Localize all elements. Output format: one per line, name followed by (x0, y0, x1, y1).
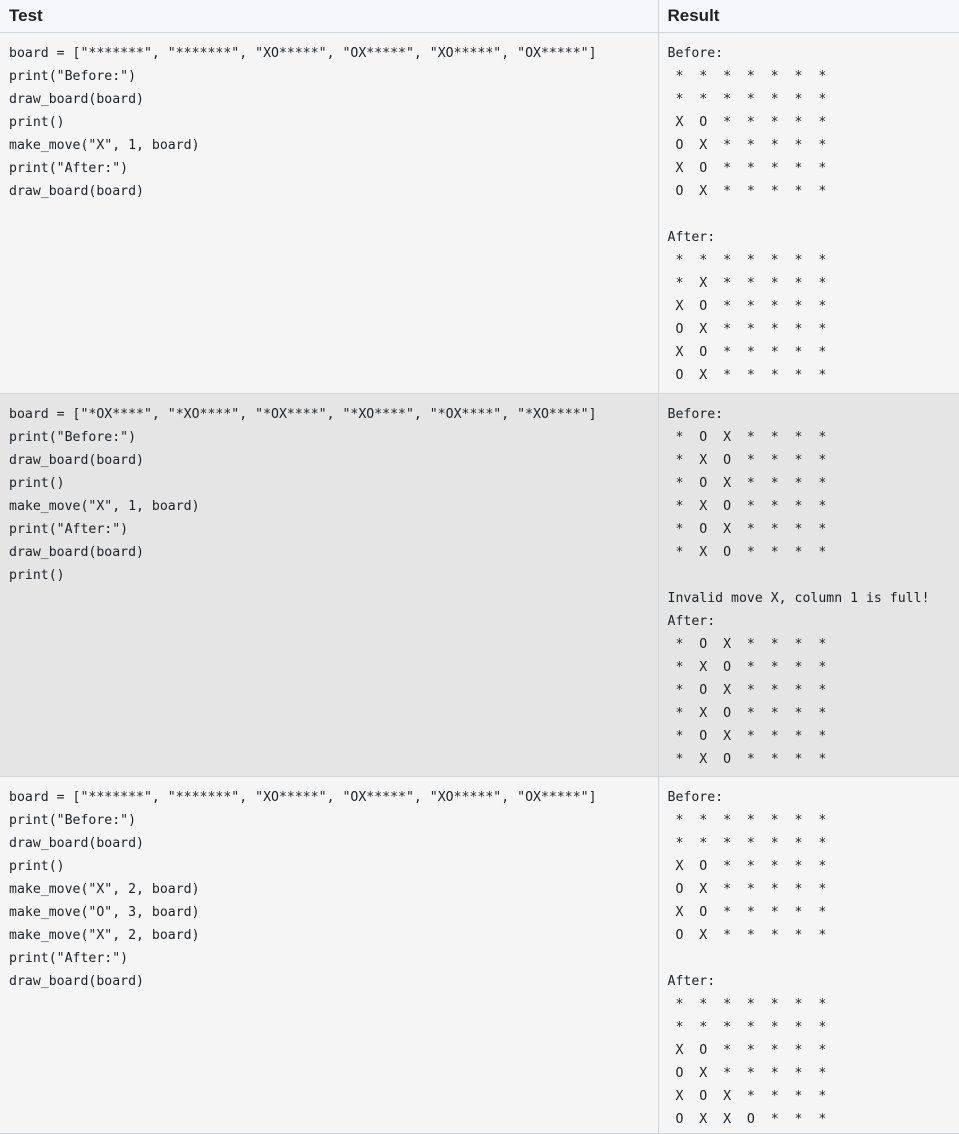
table-row: board = ["*******", "*******", "XO*****"… (0, 777, 959, 1134)
table-body: board = ["*******", "*******", "XO*****"… (0, 33, 959, 1134)
table-row: board = ["*******", "*******", "XO*****"… (0, 33, 959, 394)
result-cell: Before: * * * * * * * * * * * * * * X O … (658, 33, 959, 394)
header-row: Test Result (0, 0, 959, 33)
test-code: board = ["*OX****", "*XO****", "*OX****"… (9, 403, 658, 587)
test-cell: board = ["*******", "*******", "XO*****"… (0, 777, 658, 1134)
result-output: Before: * * * * * * * * * * * * * * X O … (668, 42, 959, 387)
result-column-header: Result (658, 0, 959, 33)
test-cell: board = ["*******", "*******", "XO*****"… (0, 33, 658, 394)
result-cell: Before: * * * * * * * * * * * * * * X O … (658, 777, 959, 1134)
test-code: board = ["*******", "*******", "XO*****"… (9, 42, 658, 203)
table-header: Test Result (0, 0, 959, 33)
result-output: Before: * O X * * * * * X O * * * * * O … (668, 403, 959, 771)
test-code: board = ["*******", "*******", "XO*****"… (9, 786, 658, 993)
test-results-table: Test Result board = ["*******", "*******… (0, 0, 959, 1134)
result-cell: Before: * O X * * * * * X O * * * * * O … (658, 394, 959, 777)
result-output: Before: * * * * * * * * * * * * * * X O … (668, 786, 959, 1131)
test-cell: board = ["*OX****", "*XO****", "*OX****"… (0, 394, 658, 777)
test-column-header: Test (0, 0, 658, 33)
table-row: board = ["*OX****", "*XO****", "*OX****"… (0, 394, 959, 777)
